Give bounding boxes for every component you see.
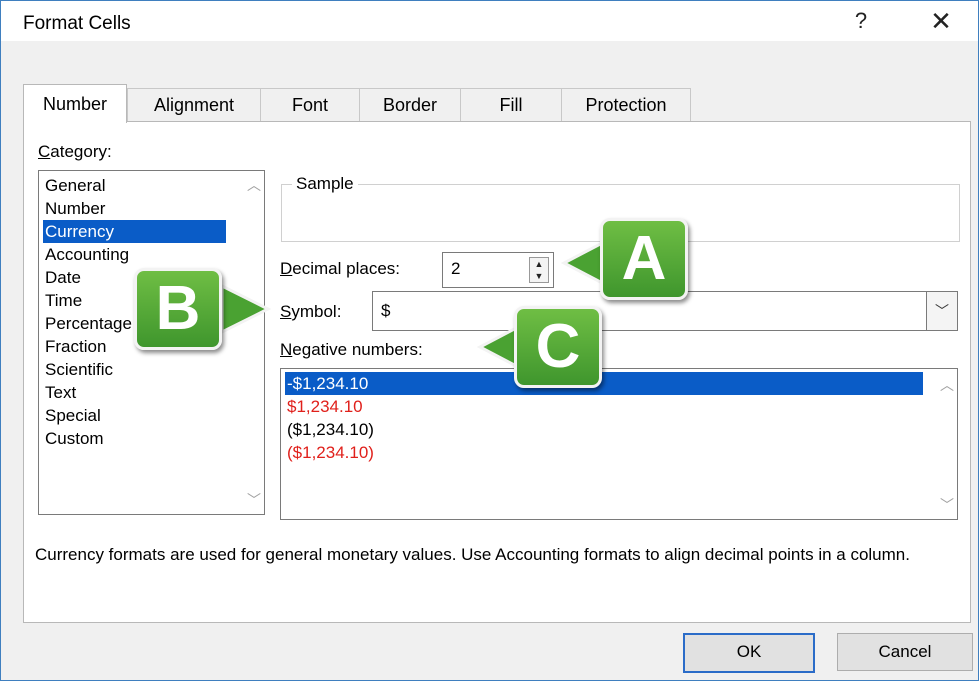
list-item[interactable]: Special [45,404,101,427]
list-item[interactable]: Scientific [45,358,113,381]
negative-format-item[interactable]: ($1,234.10) [287,418,374,441]
tab-border[interactable]: Border [359,88,461,121]
decimal-places-stepper[interactable]: 2 ▲ ▼ [442,252,554,288]
spin-down-icon[interactable]: ▼ [530,270,548,282]
symbol-value: $ [381,301,391,320]
negative-numbers-scrollbar[interactable]: ︿ ﹀ [937,369,957,519]
tab-number[interactable]: Number [23,84,127,123]
help-button[interactable]: ? [847,7,875,35]
list-item[interactable]: Custom [45,427,104,450]
list-item-selected[interactable]: Currency [43,220,226,243]
chevron-down-icon[interactable]: ﹀ [926,292,957,330]
cancel-button[interactable]: Cancel [837,633,973,671]
list-item[interactable]: Accounting [45,243,129,266]
scroll-down-icon[interactable]: ﹀ [937,495,957,515]
ok-button[interactable]: OK [683,633,815,673]
tab-fill[interactable]: Fill [460,88,562,121]
spin-buttons[interactable]: ▲ ▼ [529,257,549,283]
close-button[interactable]: ✕ [925,7,957,35]
tab-font[interactable]: Font [260,88,360,121]
list-item[interactable]: Time [45,289,82,312]
format-description: Currency formats are used for general mo… [35,545,910,564]
category-scrollbar[interactable]: ︿ ﹀ [244,171,264,514]
list-item[interactable]: Fraction [45,335,106,358]
title-bar: Format Cells ? ✕ [1,1,978,41]
tab-protection[interactable]: Protection [561,88,691,121]
negative-format-item[interactable]: -$1,234.10 [285,372,923,395]
negative-numbers-label: Negative numbers: [280,340,423,359]
callout-c-badge: C [514,306,602,388]
symbol-label: Symbol: [280,302,342,321]
category-label: Category: [38,142,112,161]
dialog-title: Format Cells [23,13,131,34]
decimal-places-label: Decimal places: [280,259,400,278]
list-item[interactable]: Number [45,197,105,220]
callout-b-pointer [220,283,272,335]
callout-b-badge: B [134,268,222,350]
negative-format-item[interactable]: ($1,234.10) [287,441,374,464]
list-item[interactable]: Text [45,381,76,404]
spin-up-icon[interactable]: ▲ [530,258,548,270]
scroll-up-icon[interactable]: ︿ [937,375,957,395]
scroll-down-icon[interactable]: ﹀ [244,490,264,510]
list-item[interactable]: Date [45,266,81,289]
negative-format-item[interactable]: $1,234.10 [287,395,363,418]
sample-label: Sample [292,174,358,194]
list-item[interactable]: Percentage [45,312,132,335]
list-item[interactable]: General [45,174,105,197]
tab-alignment[interactable]: Alignment [127,88,261,121]
scroll-up-icon[interactable]: ︿ [244,175,264,195]
callout-a-badge: A [600,218,688,300]
negative-numbers-list[interactable]: -$1,234.10 $1,234.10 ($1,234.10) ($1,234… [280,368,958,520]
decimal-places-value[interactable]: 2 [451,259,460,279]
